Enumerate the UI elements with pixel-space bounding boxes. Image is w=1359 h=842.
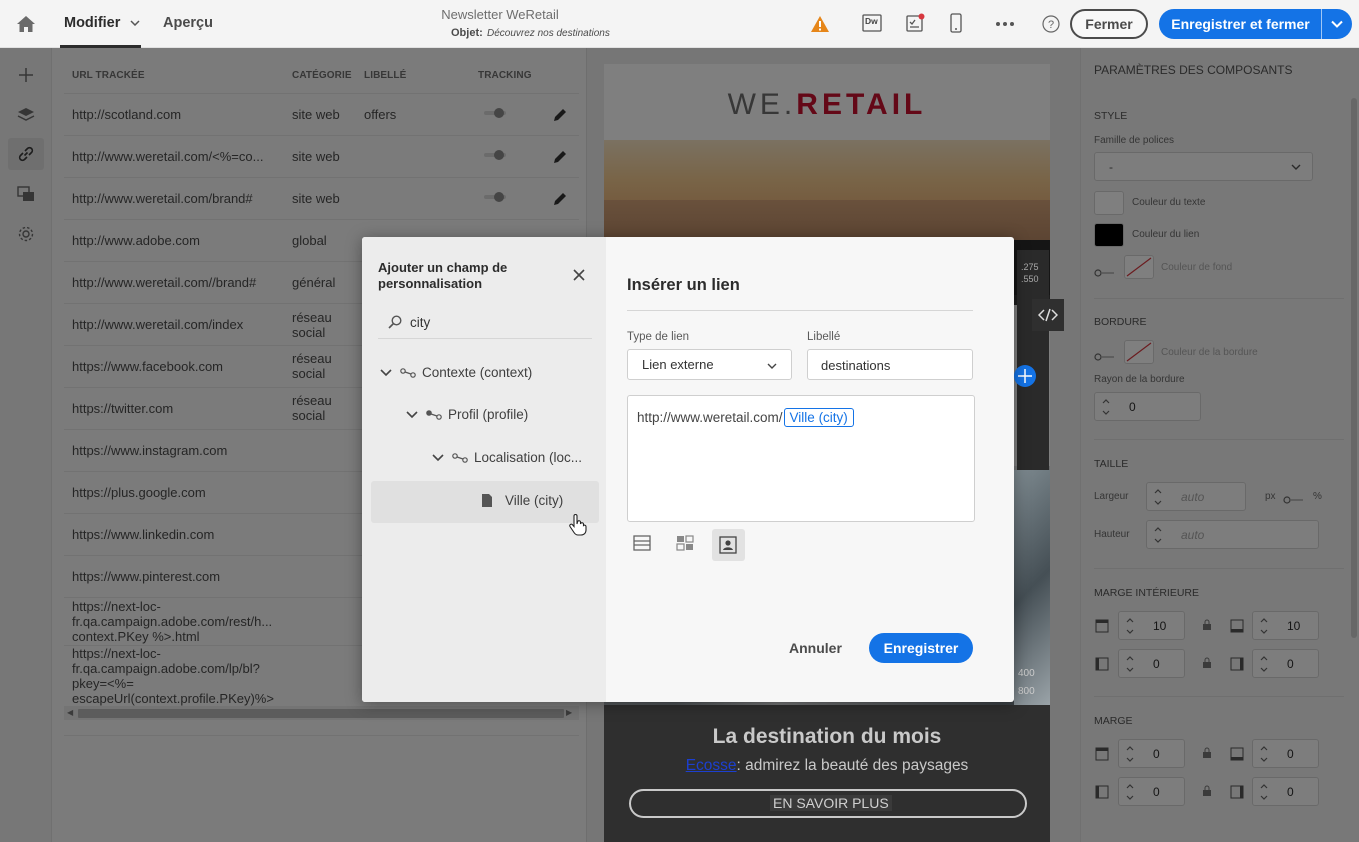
url-content: http://www.weretail.com/ Ville (city) bbox=[637, 408, 854, 427]
save-close-button-group: Enregistrer et fermer bbox=[1159, 9, 1352, 39]
save-and-close-button[interactable]: Enregistrer et fermer bbox=[1159, 9, 1322, 39]
destination-text: Ecosse: admirez la beauté des paysages bbox=[604, 757, 1050, 775]
hero-number: .275 bbox=[1021, 262, 1039, 272]
save-button[interactable]: Enregistrer bbox=[869, 633, 973, 663]
url-prefix: http://www.weretail.com/ bbox=[637, 410, 783, 425]
code-view-button[interactable] bbox=[1032, 299, 1064, 331]
tree-item-label: Contexte (context) bbox=[422, 365, 533, 380]
tree-item-label: Profil (profile) bbox=[448, 407, 529, 422]
hero-number: 800 bbox=[1018, 686, 1035, 697]
document-title[interactable]: Newsletter WeRetail bbox=[440, 7, 560, 22]
chevron-down-icon[interactable] bbox=[128, 14, 142, 32]
link-type-value: Lien externe bbox=[642, 357, 714, 372]
node-link-icon bbox=[400, 367, 416, 378]
warning-icon[interactable] bbox=[808, 13, 832, 35]
save-options-chevron-icon[interactable] bbox=[1324, 9, 1350, 39]
document-icon bbox=[482, 494, 492, 507]
search-field[interactable]: city bbox=[378, 307, 592, 339]
link-type-select[interactable]: Lien externe bbox=[627, 349, 792, 380]
hand-cursor-icon bbox=[569, 514, 587, 536]
label-input[interactable]: destinations bbox=[807, 349, 973, 380]
home-icon[interactable] bbox=[14, 12, 38, 36]
tree-item-label: Localisation (loc... bbox=[474, 450, 583, 465]
help-icon[interactable]: ? bbox=[1040, 13, 1062, 35]
close-button[interactable]: Fermer bbox=[1070, 9, 1148, 39]
destination-title: La destination du mois bbox=[712, 725, 942, 748]
checklist-icon[interactable] bbox=[903, 12, 927, 34]
learn-more-button[interactable]: EN SAVOIR PLUS bbox=[629, 789, 1027, 818]
svg-text:?: ? bbox=[1048, 19, 1054, 31]
cancel-button[interactable]: Annuler bbox=[789, 640, 842, 656]
insert-link-dialog: Ajouter un champ de personnalisation cit… bbox=[362, 237, 1014, 702]
tree-item-profile[interactable]: Profil (profile) bbox=[406, 407, 528, 422]
hero-number: 400 bbox=[1018, 668, 1035, 679]
learn-more-label: EN SAVOIR PLUS bbox=[770, 795, 892, 811]
insert-content-block-icon[interactable] bbox=[675, 534, 697, 556]
insert-link-title: Insérer un lien bbox=[627, 276, 740, 294]
tab-preview[interactable]: Aperçu bbox=[163, 15, 213, 31]
close-icon[interactable] bbox=[570, 266, 588, 284]
canvas-image-edge: 400 800 bbox=[1014, 470, 1050, 705]
button-divider bbox=[1321, 9, 1322, 39]
chevron-down-icon[interactable] bbox=[380, 368, 392, 377]
personalization-field-panel: Ajouter un champ de personnalisation cit… bbox=[362, 237, 606, 702]
url-personalization-token[interactable]: Ville (city) bbox=[783, 408, 854, 427]
subject-value[interactable]: Découvrez nos destinations bbox=[487, 28, 610, 39]
top-bar: Modifier Aperçu Newsletter WeRetail Obje… bbox=[0, 0, 1359, 48]
link-type-label: Type de lien bbox=[627, 331, 690, 343]
chevron-down-icon[interactable] bbox=[432, 453, 444, 462]
destination-section[interactable]: La destination du mois Ecosse: admirez l… bbox=[604, 705, 1050, 842]
hero-number: .550 bbox=[1021, 274, 1039, 284]
label-field-label: Libellé bbox=[807, 331, 841, 343]
more-options-icon[interactable] bbox=[993, 14, 1017, 34]
chevron-down-icon[interactable] bbox=[406, 410, 418, 419]
insert-field-icon[interactable] bbox=[632, 534, 654, 556]
title-divider bbox=[627, 310, 973, 311]
tab-edit[interactable]: Modifier bbox=[64, 15, 120, 31]
destination-link[interactable]: Ecosse bbox=[686, 757, 737, 774]
mobile-preview-icon[interactable] bbox=[948, 12, 964, 34]
node-link-icon bbox=[426, 409, 442, 420]
search-icon bbox=[388, 315, 402, 329]
personalization-title: Ajouter un champ de personnalisation bbox=[378, 260, 508, 291]
tree-item-context[interactable]: Contexte (context) bbox=[380, 365, 532, 380]
code-icon bbox=[1038, 308, 1058, 322]
tree-item-city[interactable]: Ville (city) bbox=[481, 493, 563, 508]
node-link-icon bbox=[452, 452, 468, 463]
dreamweaver-icon[interactable]: Dw bbox=[861, 13, 883, 33]
personalization-icon bbox=[719, 536, 737, 554]
label-input-value: destinations bbox=[821, 358, 891, 373]
move-handle-icon[interactable] bbox=[1014, 365, 1036, 387]
personalization-button[interactable] bbox=[712, 529, 745, 561]
chevron-down-icon bbox=[767, 363, 777, 369]
search-input[interactable]: city bbox=[410, 315, 430, 330]
subject-label: Objet: bbox=[451, 27, 483, 39]
dreamweaver-label: Dw bbox=[865, 16, 878, 26]
tree-item-location[interactable]: Localisation (loc... bbox=[432, 450, 582, 465]
url-editor[interactable]: http://www.weretail.com/ Ville (city) bbox=[627, 395, 975, 522]
tree-item-label: Ville (city) bbox=[505, 493, 564, 508]
destination-description: : admirez la beauté des paysages bbox=[736, 757, 969, 774]
